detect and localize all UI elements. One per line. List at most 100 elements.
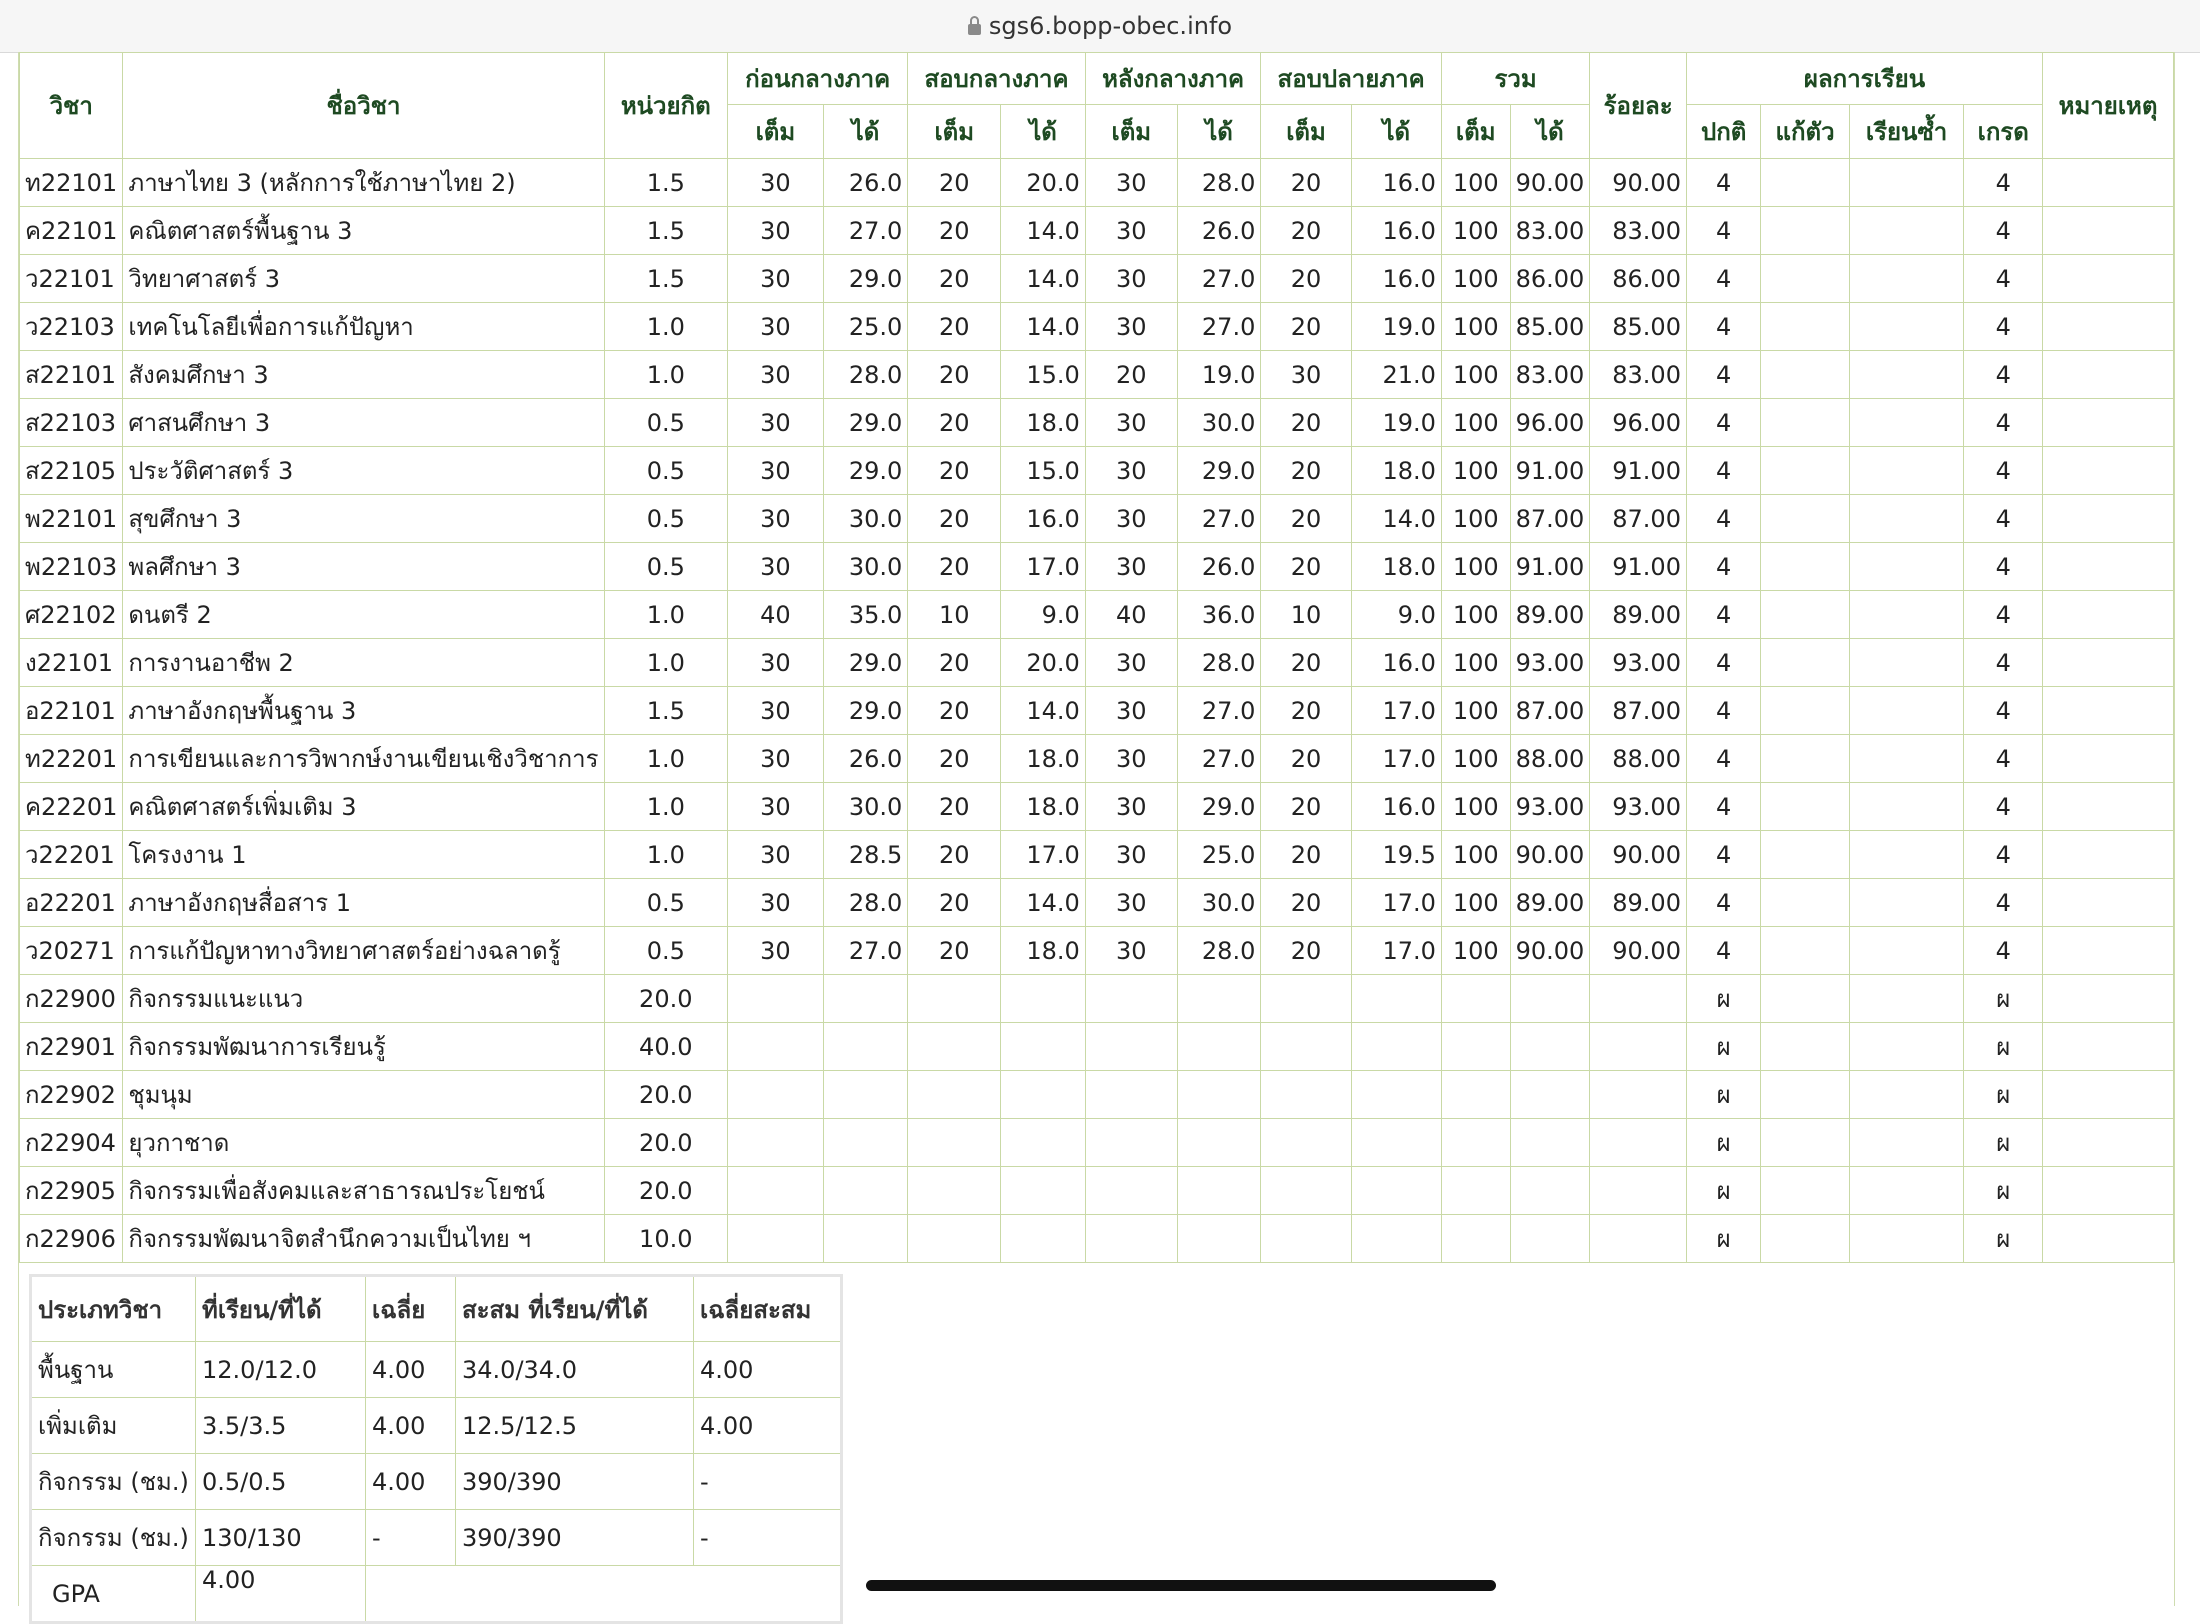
cell-credit: 20.0 [603,1118,729,1167]
cell-total-got: 85.00 [1509,302,1591,351]
cell-result-retake [1760,1214,1850,1263]
cell-total-got: 93.00 [1509,638,1591,687]
cell-result-repeat [1848,1214,1965,1263]
cell-mid-full: 20 [907,542,1002,591]
cell-pre-full [727,1118,824,1167]
cell-total-full: 100 [1440,350,1511,399]
cell-total-got: 90.00 [1509,830,1591,879]
cell-pre-got: 28.0 [822,350,909,399]
table-row: ก22905 กิจกรรมเพื่อสังคมและสาธารณประโยชน์… [18,1166,2174,1215]
cell-post-got: 27.0 [1176,686,1262,735]
cell-remark [2042,302,2174,351]
cell-result-retake [1760,350,1850,399]
cell-result-repeat [1848,590,1965,639]
col-percent-header: ร้อยละ [1589,52,1687,159]
cell-final-full: 20 [1260,254,1352,303]
cell-credit: 0.5 [603,398,729,447]
cell-total-got: 96.00 [1509,398,1591,447]
cell-grade: 4 [1963,350,2044,399]
cell-total-full: 100 [1440,206,1511,255]
cell-grade: 4 [1963,398,2044,447]
cell-post-got: 26.0 [1176,542,1262,591]
cell-result-retake [1760,878,1850,927]
subheader-full: เต็ม [907,104,1002,159]
gpa-value: 4.00 [195,1565,366,1623]
cell-name: โครงงาน 1 [122,830,605,879]
cell-total-got: 88.00 [1509,734,1591,783]
cell-mid-full [907,1070,1002,1119]
cell-percent: 93.00 [1589,782,1687,831]
table-row: ศ22102 ดนตรี 2 1.0 40 35.0 10 9.0 40 36.0 10 9.0 10… [18,590,2174,639]
summary-header-average: เฉลี่ย [365,1275,456,1342]
address-bar[interactable]: sgs6.bopp-obec.info [0,0,2200,53]
cell-name: กิจกรรมแนะแนว [122,974,605,1023]
cell-grade: 4 [1963,878,2044,927]
cell-remark [2042,590,2174,639]
cell-mid-got: 16.0 [1000,494,1086,543]
cell-remark [2042,974,2174,1023]
cell-mid-full: 20 [907,206,1002,255]
cell-total-full [1440,974,1511,1023]
cell-result-normal: 4 [1685,350,1762,399]
cell-result-retake [1760,926,1850,975]
cell-result-repeat [1848,638,1965,687]
cell-percent: 83.00 [1589,350,1687,399]
cell-pre-full [727,1166,824,1215]
cell-percent: 88.00 [1589,734,1687,783]
cell-total-got [1509,1214,1591,1263]
cell-code: ส22103 [18,398,124,447]
cell-mid-full: 20 [907,734,1002,783]
cell-name: คณิตศาสตร์เพิ่มเติม 3 [122,782,605,831]
cell-post-got: 30.0 [1176,398,1262,447]
cell-grade: 4 [1963,158,2044,207]
cell-result-normal: ผ [1685,1214,1762,1263]
cell-total-full: 100 [1440,590,1511,639]
cell-code: พ22103 [18,542,124,591]
cell-pre-got: 29.0 [822,446,909,495]
cell-name: กิจกรรมเพื่อสังคมและสาธารณประโยชน์ [122,1166,605,1215]
cell-result-retake [1760,1118,1850,1167]
cell-name: วิทยาศาสตร์ 3 [122,254,605,303]
cell-pre-got: 30.0 [822,494,909,543]
table-row: ส22105 ประวัติศาสตร์ 3 0.5 30 29.0 20 15.0 30 29… [18,446,2174,495]
summary-cell-cumulative: 390/390 [455,1453,694,1510]
cell-mid-full: 20 [907,302,1002,351]
cell-percent: 93.00 [1589,638,1687,687]
table-row: อ22201 ภาษาอังกฤษสื่อสาร 1 0.5 30 28.0 20 14.0… [18,878,2174,927]
subheader-got: ได้ [1350,104,1442,159]
cell-credit: 0.5 [603,446,729,495]
table-row: ท22101 ภาษาไทย 3 (หลักการใช้ภาษาไทย 2) 1.5… [18,158,2174,207]
cell-result-repeat [1848,350,1965,399]
cell-result-retake [1760,638,1850,687]
cell-post-full: 30 [1084,446,1178,495]
cell-grade: 4 [1963,206,2044,255]
cell-final-got [1350,1214,1442,1263]
cell-post-full [1084,1118,1178,1167]
table-row: ว22101 วิทยาศาสตร์ 3 1.5 30 29.0 20 14.0 30 27.0… [18,254,2174,303]
cell-final-got: 21.0 [1350,350,1442,399]
table-row: ก22900 กิจกรรมแนะแนว 20.0 ผ ผ [18,974,2174,1023]
cell-pre-full: 30 [727,638,824,687]
cell-final-full [1260,1022,1352,1071]
cell-name: คณิตศาสตร์พื้นฐาน 3 [122,206,605,255]
summary-cell-taken: 0.5/0.5 [195,1453,366,1510]
cell-total-full: 100 [1440,398,1511,447]
cell-final-got [1350,1022,1442,1071]
cell-total-full: 100 [1440,158,1511,207]
table-row: ท22201 การเขียนและการวิพากษ์งานเขียนเชิงว… [18,734,2174,783]
cell-final-got: 16.0 [1350,638,1442,687]
cell-post-got: 29.0 [1176,446,1262,495]
cell-credit: 0.5 [603,878,729,927]
cell-remark [2042,254,2174,303]
cell-remark [2042,1166,2174,1215]
table-row: ก22906 กิจกรรมพัฒนาจิตสำนึกความเป็นไทย ฯ1… [18,1214,2174,1263]
cell-total-got: 89.00 [1509,878,1591,927]
cell-result-repeat [1848,302,1965,351]
cell-remark [2042,206,2174,255]
cell-mid-got [1000,1022,1086,1071]
cell-final-got [1350,1070,1442,1119]
cell-final-full: 20 [1260,302,1352,351]
cell-result-normal: 4 [1685,830,1762,879]
cell-credit: 1.5 [603,254,729,303]
cell-pre-got: 29.0 [822,254,909,303]
